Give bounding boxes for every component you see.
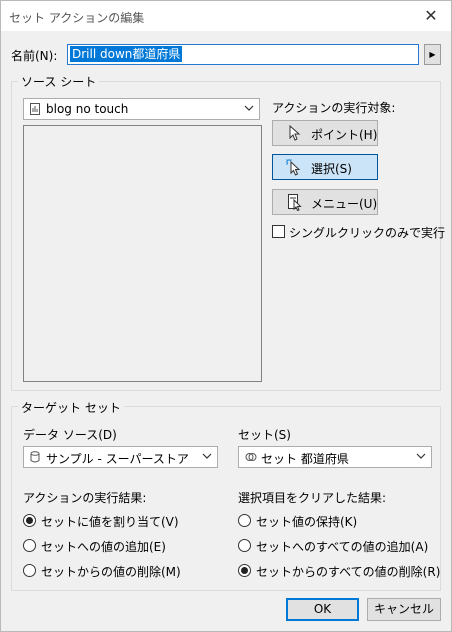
target-set-label: ターゲット セット (18, 399, 124, 416)
single-click-label: シングルクリックのみで実行 (289, 226, 446, 240)
add-values-label: セットへの値の追加(E) (41, 540, 166, 554)
set-icon (245, 453, 257, 461)
keep-values-label: セット値の保持(K) (256, 515, 358, 529)
keep-values-radio[interactable] (238, 514, 251, 527)
chevron-down-icon (202, 453, 212, 459)
pointer-icon (289, 124, 301, 141)
chevron-down-icon (244, 105, 254, 111)
triangle-right-icon: ▶ (429, 50, 436, 59)
set-action-dialog: セット アクションの編集 ✕ 名前(N): Drill down都道府県 ▶ ソ… (0, 0, 452, 632)
run-target-label: アクションの実行対象: (272, 101, 396, 115)
close-icon: ✕ (424, 6, 438, 25)
select-button-label: 選択(S) (311, 162, 352, 176)
set-value: セット 都道府県 (261, 452, 349, 466)
name-field[interactable]: Drill down都道府県 (67, 44, 419, 65)
datasource-label: データ ソース(D) (23, 428, 117, 442)
database-icon (30, 451, 40, 463)
sheet-dropdown-value: blog no touch (46, 102, 129, 116)
sheet-list[interactable] (23, 125, 262, 382)
set-label: セット(S) (238, 428, 291, 442)
remove-values-label: セットからの値の削除(M) (41, 565, 181, 579)
add-all-values-radio[interactable] (238, 539, 251, 552)
menu-button-label: メニュー(U) (311, 197, 378, 211)
single-click-checkbox[interactable] (272, 225, 285, 238)
title-bar: セット アクションの編集 ✕ (1, 1, 451, 31)
close-button[interactable]: ✕ (417, 4, 445, 28)
assign-values-radio[interactable] (23, 514, 36, 527)
menu-button[interactable]: メニュー(U) (272, 189, 378, 215)
clear-result-label: 選択項目をクリアした結果: (238, 491, 387, 505)
chevron-down-icon (416, 453, 426, 459)
name-value: Drill down都道府県 (70, 46, 183, 62)
set-dropdown[interactable]: セット 都道府県 (238, 446, 432, 468)
run-result-label: アクションの実行結果: (23, 491, 147, 505)
cancel-button[interactable]: キャンセル (367, 598, 441, 621)
remove-all-values-radio[interactable] (238, 564, 251, 577)
select-button[interactable]: 選択(S) (272, 154, 378, 180)
remove-values-radio[interactable] (23, 564, 36, 577)
datasource-dropdown[interactable]: サンプル - スーパーストア (23, 446, 218, 468)
datasource-value: サンプル - スーパーストア (46, 452, 189, 466)
pointer-button[interactable]: ポイント(H) (272, 120, 378, 146)
assign-values-label: セットに値を割り当て(V) (41, 515, 179, 529)
add-all-values-label: セットへのすべての値の追加(A) (256, 540, 429, 554)
insert-field-button[interactable]: ▶ (424, 44, 441, 65)
select-icon (286, 159, 301, 176)
sheet-dropdown[interactable]: blog no touch (23, 98, 260, 120)
remove-all-values-label: セットからのすべての値の削除(R) (256, 565, 441, 579)
source-sheets-label: ソース シート (18, 73, 100, 90)
sheet-icon (30, 103, 40, 115)
menu-icon (288, 194, 302, 211)
window-title: セット アクションの編集 (9, 11, 145, 25)
ok-button[interactable]: OK (286, 598, 359, 621)
pointer-button-label: ポイント(H) (311, 128, 378, 142)
name-label: 名前(N): (11, 49, 58, 63)
add-values-radio[interactable] (23, 539, 36, 552)
